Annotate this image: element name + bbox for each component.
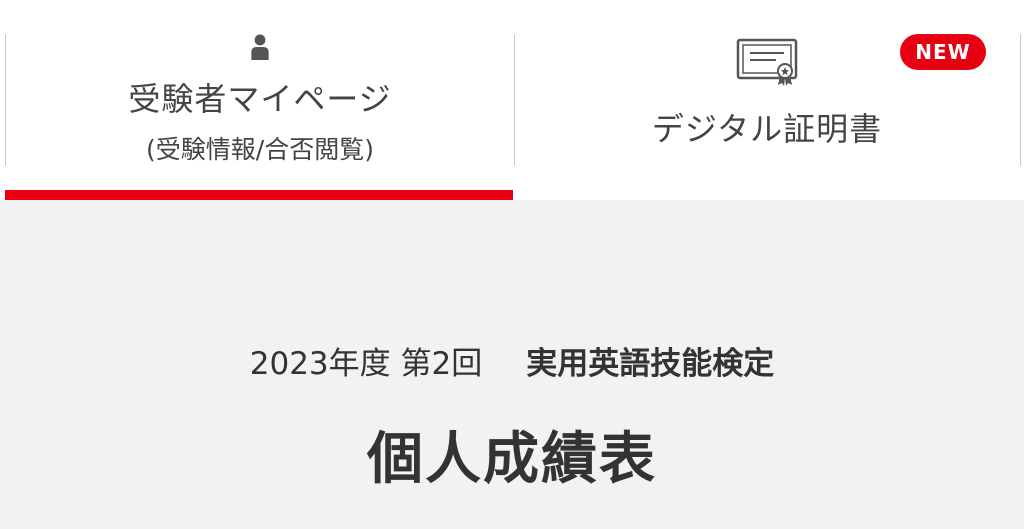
tab-examinee-mypage-label: 受験者マイページ (128, 80, 392, 118)
tab-digital-certificate-label: デジタル証明書 (651, 110, 883, 148)
active-tab-indicator (5, 190, 513, 200)
top-navigation: 受験者マイページ (受験情報/合否閲覧) デジタル証明書 NEW (0, 0, 1024, 200)
exam-name: 実用英語技能検定 (526, 346, 775, 382)
person-icon (251, 34, 269, 60)
page-title: 個人成績表 (367, 427, 657, 492)
new-badge: NEW (900, 34, 986, 70)
certificate-icon (736, 38, 798, 86)
tab-examinee-mypage[interactable]: 受験者マイページ (受験情報/合否閲覧) (5, 34, 515, 166)
exam-period: 2023年度 第2回 (249, 346, 483, 382)
exam-subtitle: 2023年度 第2回 実用英語技能検定 (0, 338, 1024, 383)
tab-examinee-mypage-sublabel: (受験情報/合否閲覧) (146, 135, 374, 164)
